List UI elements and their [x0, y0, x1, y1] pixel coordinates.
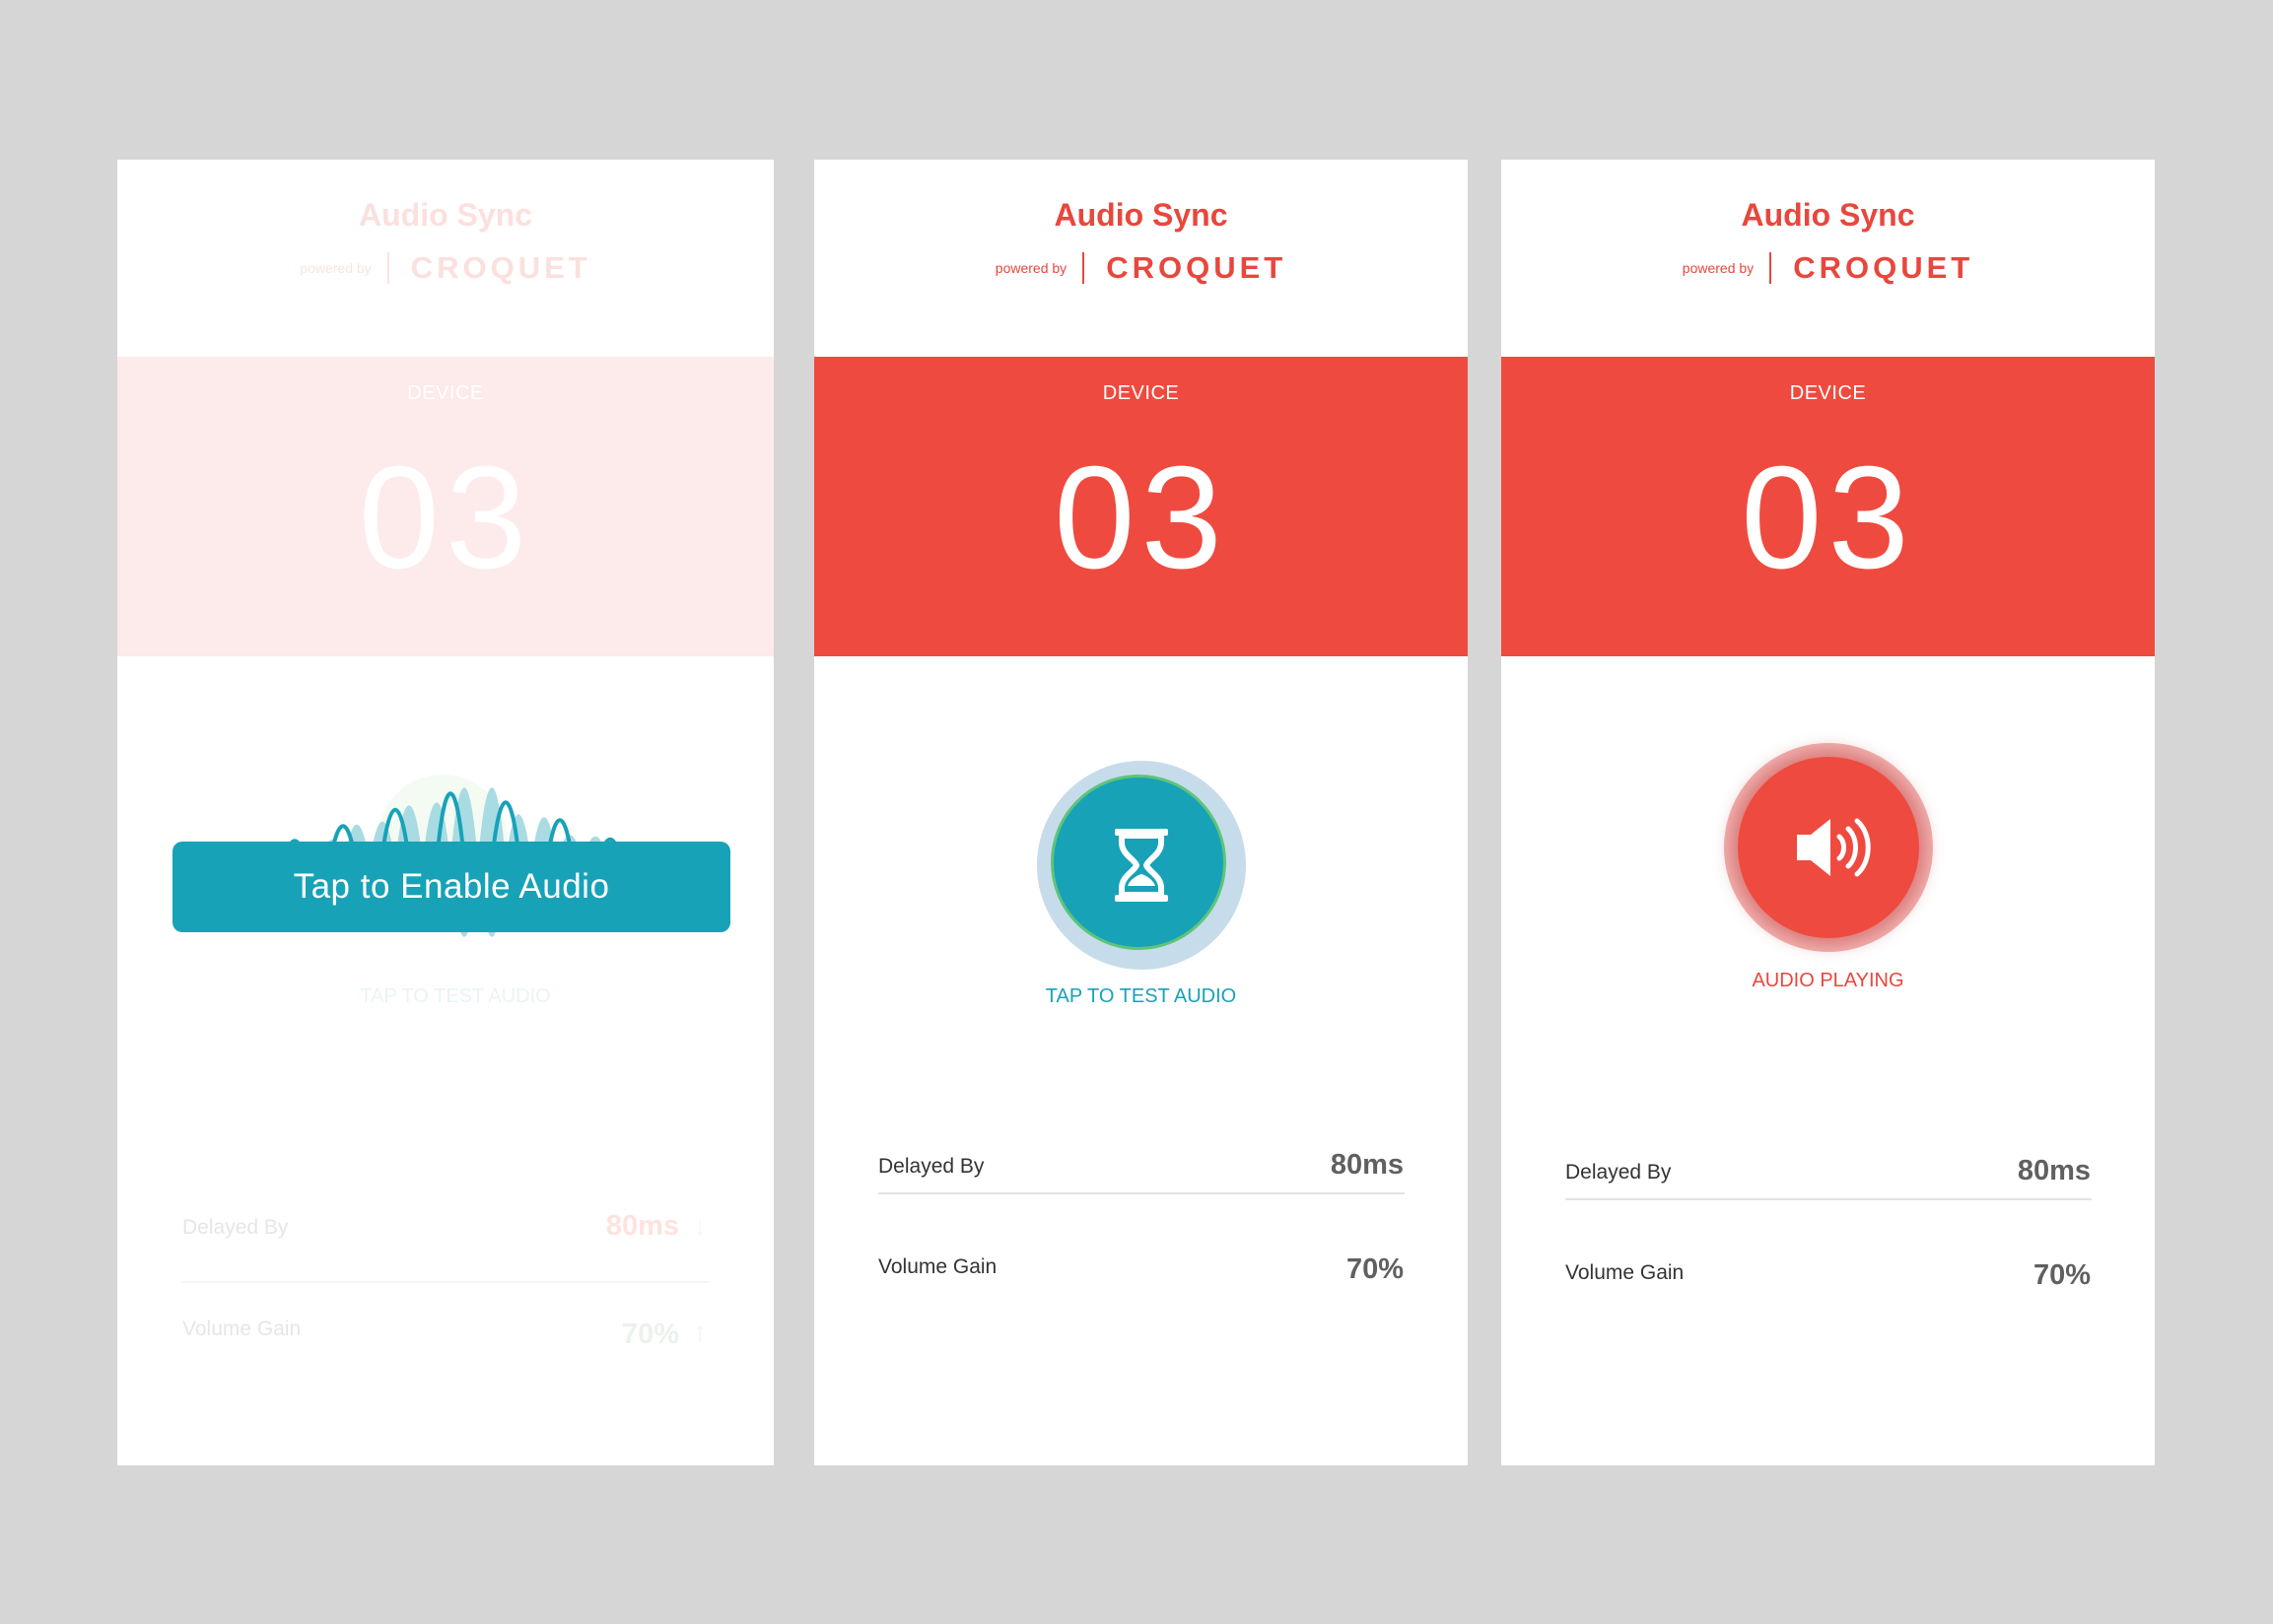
- screen-audio-playing: Audio Sync powered by CROQUET DEVICE 03 …: [1501, 160, 2155, 1465]
- croquet-logo: CROQUET: [410, 250, 591, 285]
- powered-by-text: powered by: [995, 260, 1068, 276]
- app-title: Audio Sync: [1054, 197, 1228, 233]
- device-label: DEVICE: [1789, 382, 1867, 404]
- app-title: Audio Sync: [1741, 197, 1915, 233]
- delayed-by-label: Delayed By: [878, 1155, 985, 1178]
- brand-lockup: powered by CROQUET: [814, 250, 1468, 286]
- arrow-up-icon[interactable]: ↑: [693, 1317, 707, 1348]
- croquet-logo: CROQUET: [1793, 250, 1974, 285]
- header: Audio Sync powered by CROQUET: [1501, 160, 2155, 357]
- status-label: TAP TO TEST AUDIO: [360, 985, 551, 1007]
- device-label: DEVICE: [407, 382, 484, 404]
- app-title: Audio Sync: [358, 197, 532, 233]
- enable-audio-button[interactable]: Tap to Enable Audio: [172, 842, 730, 932]
- row-divider: [182, 1281, 709, 1283]
- hourglass-icon: [1115, 829, 1168, 902]
- volume-gain-value: 70%: [2032, 1259, 2091, 1291]
- device-number: 03: [1054, 437, 1228, 599]
- delayed-by-value: 80ms: [1330, 1149, 1404, 1181]
- brand-divider: [386, 252, 389, 284]
- device-label: DEVICE: [1102, 382, 1180, 404]
- speaker-icon: [1797, 818, 1871, 877]
- play-audio-button[interactable]: [1724, 743, 1933, 952]
- powered-by-text: powered by: [1682, 260, 1755, 276]
- header: Audio Sync powered by CROQUET: [117, 160, 774, 357]
- volume-gain-label: Volume Gain: [878, 1255, 998, 1278]
- device-number: 03: [358, 437, 533, 599]
- volume-gain-label: Volume Gain: [1565, 1261, 1685, 1284]
- volume-gain-label: Volume Gain: [182, 1318, 302, 1340]
- brand-divider: [1769, 252, 1772, 284]
- delayed-by-label: Delayed By: [1565, 1161, 1672, 1184]
- delayed-by-value: 80ms: [2017, 1155, 2091, 1186]
- row-divider: [878, 1192, 1405, 1194]
- delayed-by-value: 80ms: [605, 1210, 679, 1242]
- test-audio-button[interactable]: [1037, 761, 1246, 970]
- device-number: 03: [1741, 437, 1915, 599]
- status-label: TAP TO TEST AUDIO: [1045, 985, 1237, 1007]
- volume-gain-value: 70%: [1345, 1253, 1404, 1285]
- row-divider: [1565, 1198, 2092, 1200]
- screen-enable-audio: Audio Sync powered by CROQUET DEVICE 03 …: [117, 160, 774, 1465]
- powered-by-text: powered by: [300, 260, 372, 276]
- arrow-down-icon[interactable]: ↓: [693, 1210, 707, 1242]
- volume-gain-value: 70%: [621, 1319, 679, 1350]
- header: Audio Sync powered by CROQUET: [814, 160, 1468, 357]
- brand-lockup: powered by CROQUET: [117, 250, 774, 286]
- status-label: AUDIO PLAYING: [1752, 970, 1904, 991]
- brand-divider: [1082, 252, 1085, 284]
- brand-lockup: powered by CROQUET: [1501, 250, 2155, 286]
- screen-test-audio: Audio Sync powered by CROQUET DEVICE 03 …: [814, 160, 1468, 1465]
- croquet-logo: CROQUET: [1106, 250, 1287, 285]
- delayed-by-label: Delayed By: [182, 1216, 289, 1239]
